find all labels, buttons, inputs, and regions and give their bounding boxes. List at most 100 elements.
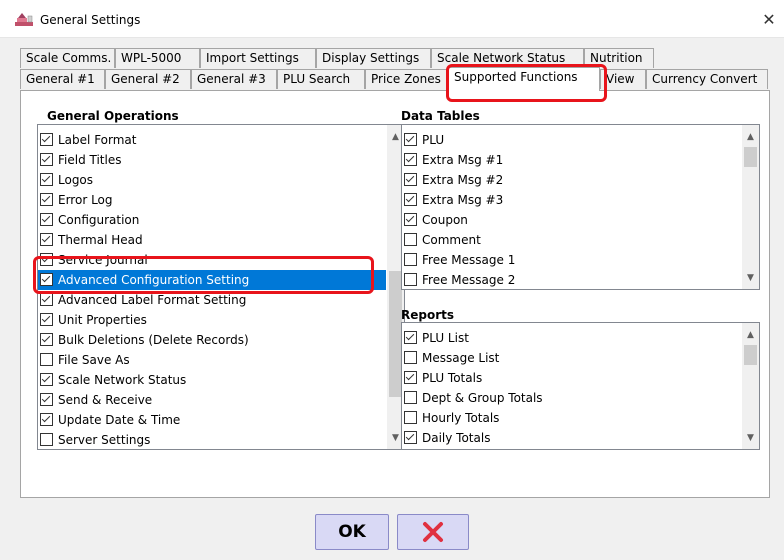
checkbox-checked-icon[interactable]: [40, 313, 53, 326]
cancel-x-icon: [421, 522, 445, 547]
checkbox-item-bulk-deletions-delete-records[interactable]: Bulk Deletions (Delete Records): [38, 330, 386, 350]
checkbox-checked-icon[interactable]: [40, 133, 53, 146]
checkbox-checked-icon[interactable]: [404, 331, 417, 344]
checkbox-label: Comment: [422, 233, 481, 247]
checkbox-item-file-save-as[interactable]: File Save As: [38, 350, 386, 370]
tab-general-1[interactable]: General #1: [20, 69, 105, 89]
checkbox-unchecked-icon[interactable]: [404, 233, 417, 246]
tab-general-3[interactable]: General #3: [191, 69, 277, 89]
tab-general-2[interactable]: General #2: [105, 69, 191, 89]
checkbox-label: PLU: [422, 133, 445, 147]
checkbox-item-free-message-1[interactable]: Free Message 1: [402, 250, 741, 270]
checkbox-item-extra-msg-2[interactable]: Extra Msg #2: [402, 170, 741, 190]
advanced-configuration-highlight: [33, 256, 374, 294]
checkbox-checked-icon[interactable]: [404, 431, 417, 444]
checkbox-unchecked-icon[interactable]: [404, 391, 417, 404]
checkbox-checked-icon[interactable]: [404, 153, 417, 166]
checkbox-checked-icon[interactable]: [40, 193, 53, 206]
tab-currency-convert[interactable]: Currency Convert: [646, 69, 768, 89]
checkbox-unchecked-icon[interactable]: [404, 351, 417, 364]
checkbox-unchecked-icon[interactable]: [404, 411, 417, 424]
checkbox-checked-icon[interactable]: [40, 293, 53, 306]
checkbox-item-free-message-2[interactable]: Free Message 2: [402, 270, 741, 289]
checkbox-checked-icon[interactable]: [40, 373, 53, 386]
ok-button[interactable]: OK: [315, 514, 389, 550]
checkbox-item-plu-list[interactable]: PLU List: [402, 328, 741, 348]
checkbox-label: File Save As: [58, 353, 130, 367]
checkbox-checked-icon[interactable]: [404, 133, 417, 146]
checkbox-checked-icon[interactable]: [40, 233, 53, 246]
checkbox-unchecked-icon[interactable]: [40, 433, 53, 446]
tab-price-zones[interactable]: Price Zones: [365, 69, 448, 89]
checkbox-label: Scale Network Status: [58, 373, 187, 387]
checkbox-label: Label Format: [58, 133, 137, 147]
checkbox-item-extra-msg-3[interactable]: Extra Msg #3: [402, 190, 741, 210]
checkbox-label: Configuration: [58, 213, 140, 227]
reports-scrollbar[interactable]: ▲ ▼: [742, 323, 759, 449]
checkbox-item-plu[interactable]: PLU: [402, 130, 741, 150]
tab-plu-search[interactable]: PLU Search: [277, 69, 365, 89]
checkbox-item-error-log[interactable]: Error Log: [38, 190, 386, 210]
scroll-up-arrow-icon[interactable]: ▲: [742, 327, 759, 344]
checkbox-item-field-titles[interactable]: Field Titles: [38, 150, 386, 170]
checkbox-item-scale-network-status[interactable]: Scale Network Status: [38, 370, 386, 390]
close-icon[interactable]: ✕: [758, 9, 780, 31]
reports-label: Reports: [401, 308, 455, 322]
checkbox-item-configuration[interactable]: Configuration: [38, 210, 386, 230]
checkbox-label: Coupon: [422, 213, 468, 227]
checkbox-item-thermal-head[interactable]: Thermal Head: [38, 230, 386, 250]
reports-list[interactable]: Daily Totals Hourly Totals Dept & Group To…: [401, 322, 760, 450]
checkbox-label: Daily Totals: [422, 431, 491, 445]
window-title: General Settings: [40, 13, 141, 27]
data-tables-list[interactable]: Free Message 2 Free Message 1 Comment Coupo…: [401, 124, 760, 290]
checkbox-item-plu-totals[interactable]: PLU Totals: [402, 368, 741, 388]
checkbox-checked-icon[interactable]: [40, 393, 53, 406]
general-operations-label: General Operations: [47, 109, 179, 123]
checkbox-item-label-format[interactable]: Label Format: [38, 130, 386, 150]
tab-display-settings[interactable]: Display Settings: [316, 48, 431, 68]
dialog-body: Scale Comms. WPL-5000 Import Settings Di…: [0, 38, 784, 560]
scroll-down-arrow-icon[interactable]: ▼: [742, 430, 759, 447]
checkbox-label: Hourly Totals: [422, 411, 500, 425]
checkbox-unchecked-icon[interactable]: [40, 353, 53, 366]
checkbox-item-unit-properties[interactable]: Unit Properties: [38, 310, 386, 330]
scroll-up-arrow-icon[interactable]: ▲: [742, 129, 759, 146]
checkbox-checked-icon[interactable]: [404, 371, 417, 384]
checkbox-item-daily-totals[interactable]: Daily Totals: [402, 428, 741, 448]
checkbox-checked-icon[interactable]: [40, 213, 53, 226]
tab-wpl-5000[interactable]: WPL-5000: [115, 48, 200, 68]
checkbox-label: Extra Msg #1: [422, 153, 504, 167]
checkbox-checked-icon[interactable]: [404, 193, 417, 206]
checkbox-checked-icon[interactable]: [404, 213, 417, 226]
checkbox-item-extra-msg-1[interactable]: Extra Msg #1: [402, 150, 741, 170]
scroll-down-arrow-icon[interactable]: ▼: [742, 270, 759, 287]
checkbox-item-coupon[interactable]: Coupon: [402, 210, 741, 230]
scroll-thumb[interactable]: [744, 147, 757, 167]
checkbox-label: Send & Receive: [58, 393, 153, 407]
checkbox-label: Field Titles: [58, 153, 122, 167]
checkbox-checked-icon[interactable]: [40, 173, 53, 186]
checkbox-checked-icon[interactable]: [40, 333, 53, 346]
checkbox-item-update-date-time[interactable]: Update Date & Time: [38, 410, 386, 430]
checkbox-checked-icon[interactable]: [40, 413, 53, 426]
tab-import-settings[interactable]: Import Settings: [200, 48, 316, 68]
checkbox-unchecked-icon[interactable]: [404, 253, 417, 266]
data-tables-scrollbar[interactable]: ▲ ▼: [742, 125, 759, 289]
checkbox-item-message-list[interactable]: Message List: [402, 348, 741, 368]
scroll-thumb[interactable]: [744, 345, 757, 365]
checkbox-checked-icon[interactable]: [404, 173, 417, 186]
checkbox-item-send-receive[interactable]: Send & Receive: [38, 390, 386, 410]
checkbox-label: Thermal Head: [58, 233, 143, 247]
checkbox-label: PLU Totals: [422, 371, 483, 385]
checkbox-item-logos[interactable]: Logos: [38, 170, 386, 190]
checkbox-item-hourly-totals[interactable]: Hourly Totals: [402, 408, 741, 428]
checkbox-item-dept-group-totals[interactable]: Dept & Group Totals: [402, 388, 741, 408]
checkbox-item-comment[interactable]: Comment: [402, 230, 741, 250]
checkbox-label: Free Message 1: [422, 253, 516, 267]
checkbox-checked-icon[interactable]: [40, 153, 53, 166]
checkbox-unchecked-icon[interactable]: [404, 273, 417, 286]
tab-scale-comms[interactable]: Scale Comms.: [20, 48, 115, 68]
cancel-button[interactable]: [397, 514, 469, 550]
checkbox-label: PLU List: [422, 331, 469, 345]
checkbox-item-server-settings[interactable]: Server Settings: [38, 430, 386, 449]
